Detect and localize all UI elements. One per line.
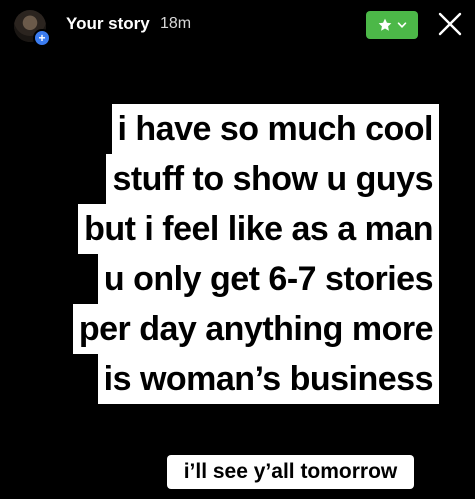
story-text-line: per day anything more (72, 304, 439, 354)
story-text-block: i have so much cool stuff to show u guys… (72, 104, 439, 404)
chevron-down-icon (397, 20, 407, 30)
star-icon (377, 17, 393, 33)
story-text-line: i have so much cool (111, 104, 439, 154)
add-story-badge[interactable]: + (33, 29, 51, 47)
avatar[interactable]: + (14, 10, 51, 47)
story-caption: i’ll see y’all tomorrow (167, 455, 414, 489)
story-header: + Your story 18m (0, 0, 475, 50)
story-timestamp: 18m (160, 15, 192, 32)
close-button[interactable] (436, 10, 464, 38)
story-owner-label[interactable]: Your story (66, 14, 150, 34)
story-text-line: but i feel like as a man (78, 204, 439, 254)
story-text-line: is woman’s business (97, 354, 439, 404)
close-friends-badge[interactable] (366, 11, 418, 39)
story-text-line: u only get 6-7 stories (97, 254, 439, 304)
close-icon (436, 12, 464, 42)
story-text-line: stuff to show u guys (106, 154, 439, 204)
